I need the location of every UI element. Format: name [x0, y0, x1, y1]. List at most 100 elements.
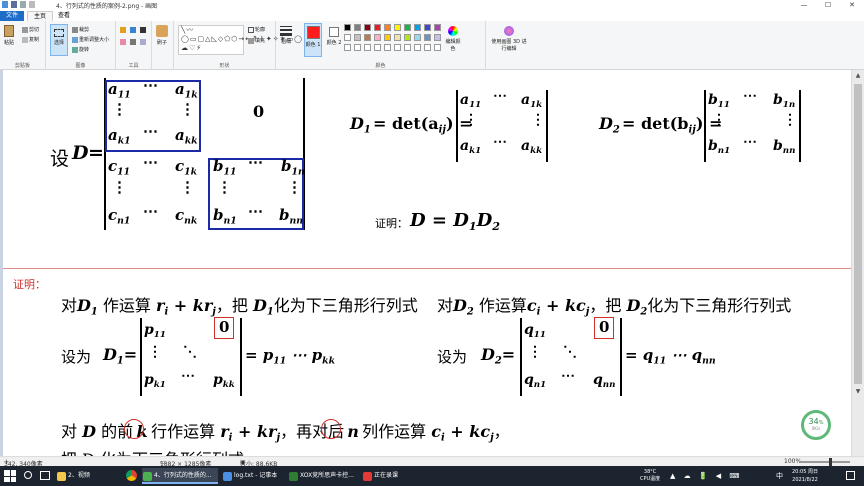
ime-indicator[interactable]: 中 — [776, 471, 783, 481]
save-icon[interactable] — [11, 1, 17, 8]
tab-view[interactable]: 查看 — [52, 11, 76, 21]
rotate-button[interactable]: 旋转 — [72, 46, 89, 53]
color-swatch[interactable] — [434, 34, 441, 41]
color-swatch[interactable] — [374, 44, 381, 51]
taskbar-item-paint[interactable]: 4、行列式的性质的... — [142, 468, 218, 484]
color-swatch[interactable] — [404, 44, 411, 51]
entry-b11: b11 — [213, 157, 237, 178]
color-swatch[interactable] — [424, 34, 431, 41]
search-icon[interactable] — [24, 471, 32, 479]
crop-button[interactable]: 裁剪 — [72, 26, 89, 33]
magnifier-tool[interactable] — [140, 39, 147, 46]
color-swatch[interactable] — [374, 24, 381, 31]
entry-bn1: bn1 — [213, 206, 237, 227]
Q-vdots: ⋮ — [528, 344, 542, 360]
size-button[interactable]: 粗细 — [280, 25, 292, 45]
color-swatch[interactable] — [434, 24, 441, 31]
clock[interactable]: 20:05 周日 2021/8/22 — [792, 468, 818, 484]
taskbar-item-videos[interactable]: 2、视频 — [56, 468, 122, 484]
zoom-slider-thumb[interactable] — [829, 458, 832, 466]
text-tool[interactable] — [140, 27, 147, 34]
task-view-icon[interactable] — [40, 471, 50, 480]
zoom-level: 100% — [784, 458, 802, 465]
color-swatch[interactable] — [384, 44, 391, 51]
outline-button[interactable]: 轮廓 — [248, 26, 265, 33]
step1-D1: D1 — [77, 296, 98, 318]
color-swatch[interactable] — [394, 44, 401, 51]
color-swatch[interactable] — [414, 34, 421, 41]
tray-icons[interactable]: ▲ ☁ 🔋 ◀ ⌨ — [670, 472, 743, 480]
color-swatch[interactable] — [344, 44, 351, 51]
color-swatch[interactable] — [384, 24, 391, 31]
color-swatch[interactable] — [394, 24, 401, 31]
fill-button[interactable]: 填充 — [248, 37, 265, 44]
D1-right-bar — [546, 90, 548, 162]
color2-button[interactable]: 颜色 2 — [326, 23, 342, 46]
color-swatch[interactable] — [414, 44, 421, 51]
color-swatch[interactable] — [424, 44, 431, 51]
color-swatch[interactable] — [434, 44, 441, 51]
maximize-button[interactable]: ☐ — [816, 0, 840, 10]
undo-icon[interactable] — [20, 1, 26, 8]
taskbar-item-notepad[interactable]: log.txt - 记事本 — [222, 468, 284, 484]
color-swatch[interactable] — [354, 44, 361, 51]
D2-bn1: bn1 — [708, 138, 731, 157]
title-bar: 4、行列式的性质的案例-2.png - 画图 — ☐ ✕ — [0, 0, 864, 10]
paint3d-button[interactable]: 使用画图 3D 进行编辑 — [490, 24, 528, 52]
shapes-gallery[interactable]: ╲〰◯▭▢△◺◇⬠⬡→←↑↓✦✧✶▭◯☁♡⚡ — [178, 25, 302, 55]
color-swatch[interactable] — [404, 24, 411, 31]
color-palette[interactable] — [344, 24, 444, 54]
resize-button[interactable]: 重新调整大小 — [72, 36, 109, 43]
notification-icon[interactable] — [846, 471, 855, 480]
minimize-button[interactable]: — — [792, 0, 816, 10]
taskbar-item-soundcard[interactable]: XOX竞所思声卡控... — [288, 468, 358, 484]
color-picker-tool[interactable] — [130, 39, 137, 46]
color-swatch[interactable] — [364, 44, 371, 51]
scroll-thumb[interactable] — [854, 84, 862, 384]
D2-b1n: b1n — [773, 92, 796, 111]
start-button[interactable] — [4, 470, 16, 482]
cdots-b1: ⋯ — [248, 153, 263, 171]
taskbar: 2、视频 4、行列式的性质的... log.txt - 记事本 XOX竞所思声卡… — [0, 466, 864, 486]
color-swatch[interactable] — [394, 34, 401, 41]
color-swatch[interactable] — [354, 24, 361, 31]
tab-home[interactable]: 主页 — [27, 11, 54, 21]
color-swatch[interactable] — [354, 34, 361, 41]
paste-button[interactable]: 粘贴 — [4, 25, 14, 46]
pencil-tool[interactable] — [120, 27, 127, 34]
scroll-up-icon[interactable]: ▲ — [852, 70, 864, 82]
zoom-slider[interactable] — [800, 461, 850, 463]
cut-button[interactable]: 剪切 — [22, 26, 39, 33]
edit-colors-button[interactable]: 编辑颜色 — [444, 24, 462, 52]
drawing-canvas[interactable]: 设 D = a11 ⋯ a1k ⋮ ⋮ ak1 ⋯ akk 0 c11 ⋯ c1… — [3, 70, 851, 456]
step1-right: 对D2 作运算ci + kcj，把 D2化为下三角形行列式 — [437, 296, 792, 318]
taskbar-item-recording[interactable]: 正在录课 — [362, 468, 428, 484]
fill-tool[interactable] — [130, 27, 137, 34]
color-swatch[interactable] — [364, 34, 371, 41]
color-swatch[interactable] — [344, 34, 351, 41]
vertical-scrollbar[interactable]: ▲ ▼ — [851, 70, 864, 456]
select-button[interactable]: 选择 — [50, 24, 68, 56]
copy-button[interactable]: 复制 — [22, 36, 39, 43]
color1-button[interactable]: 颜色 1 — [304, 23, 322, 57]
brushes-button[interactable]: 刷子 — [156, 25, 168, 46]
D1-akk: akk — [521, 138, 543, 157]
folder-icon — [57, 472, 66, 481]
scroll-down-icon[interactable]: ▼ — [852, 386, 864, 398]
redo-icon[interactable] — [29, 1, 35, 8]
P-left-bar — [140, 318, 142, 396]
color-swatch[interactable] — [364, 24, 371, 31]
tab-file[interactable]: 文件 — [0, 11, 25, 21]
color-swatch[interactable] — [374, 34, 381, 41]
color-swatch[interactable] — [414, 24, 421, 31]
eraser-tool[interactable] — [120, 39, 127, 46]
speed-rate: 0K/s — [811, 426, 821, 431]
Q-right-bar — [620, 318, 622, 396]
close-button[interactable]: ✕ — [840, 0, 864, 10]
chrome-icon[interactable] — [126, 470, 137, 481]
tools-group-label: 工具 — [128, 63, 139, 69]
color-swatch[interactable] — [344, 24, 351, 31]
color-swatch[interactable] — [404, 34, 411, 41]
color-swatch[interactable] — [424, 24, 431, 31]
color-swatch[interactable] — [384, 34, 391, 41]
